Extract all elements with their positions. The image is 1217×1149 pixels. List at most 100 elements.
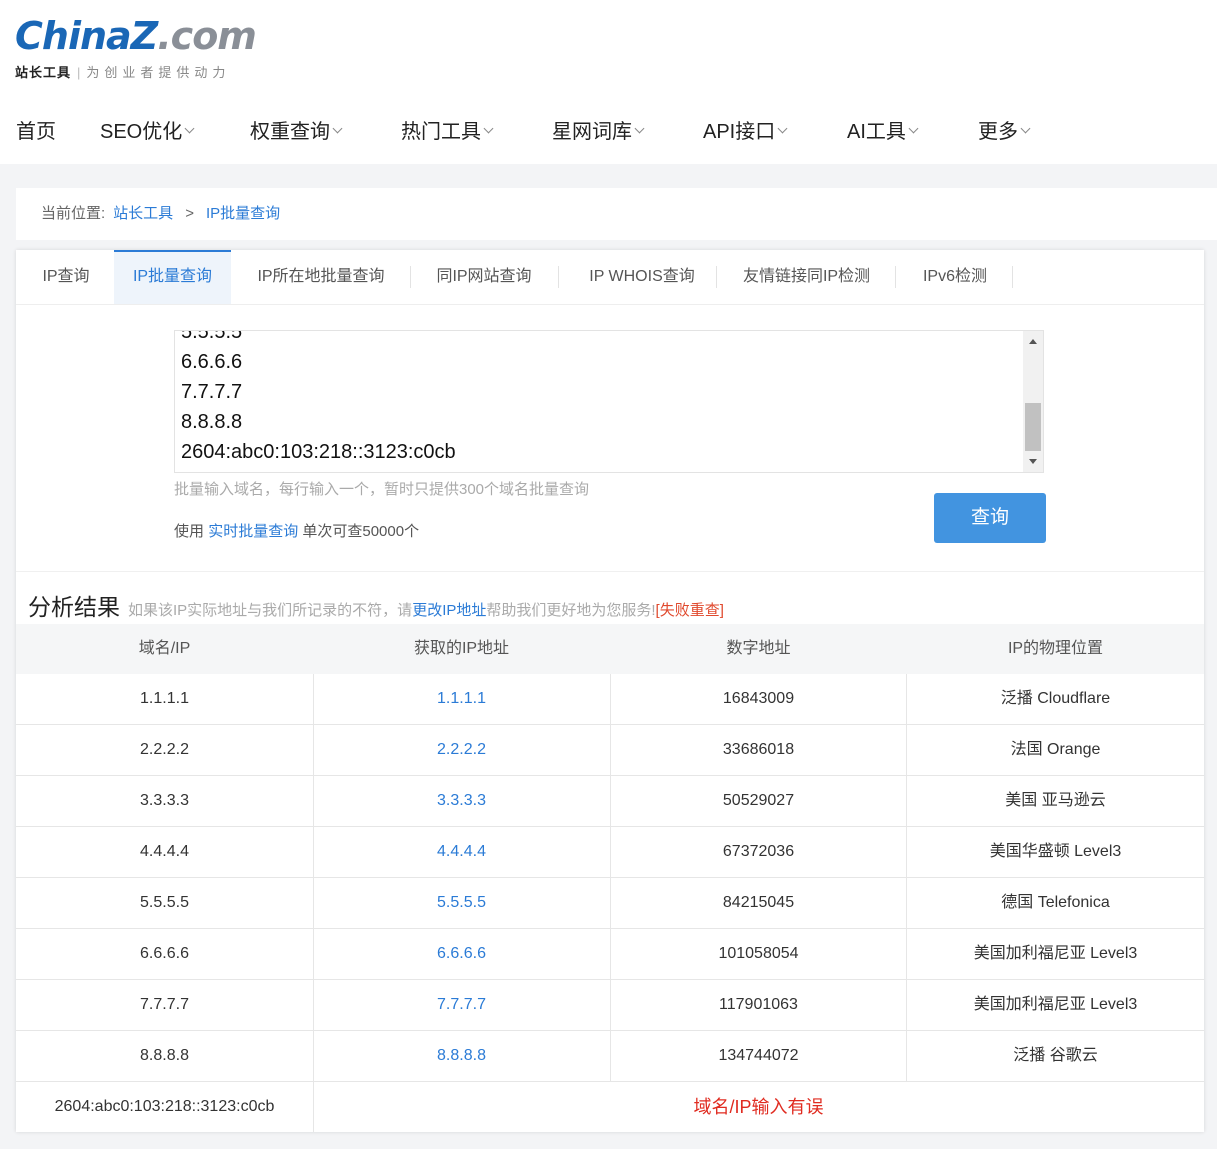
- realtime-batch-link[interactable]: 实时批量查询: [208, 523, 298, 540]
- chevron-down-icon: [777, 123, 788, 134]
- cell-numeric: 101058054: [718, 945, 799, 962]
- cell-domain: 7.7.7.7: [140, 996, 189, 1013]
- table-row-error: 2604:abc0:103:218::3123:c0cb 域名/IP输入有误: [16, 1082, 1204, 1133]
- input-hint: 批量输入域名，每行输入一个，暂时只提供300个域名批量查询: [174, 481, 590, 498]
- column-header-domain: 域名/IP: [138, 640, 191, 657]
- main-nav: 首页 SEO优化 权重查询 热门工具 星网词库 API接口 AI工具 更多: [0, 112, 1217, 152]
- tab-divider: [558, 266, 559, 288]
- cell-ip-link[interactable]: 3.3.3.3: [313, 776, 610, 826]
- cell-domain: 6.6.6.6: [140, 945, 189, 962]
- table-row: 6.6.6.6 6.6.6.6 101058054 美国加利福尼亚 Level3: [16, 929, 1204, 980]
- cell-domain: 4.4.4.4: [140, 843, 189, 860]
- chevron-down-icon: [483, 123, 494, 134]
- chevron-down-icon: [332, 123, 343, 134]
- cell-location: 泛播 谷歌云: [1013, 1047, 1098, 1064]
- cell-domain: 1.1.1.1: [140, 690, 189, 707]
- tab-ipv6-check[interactable]: IPv6检测: [905, 250, 1005, 304]
- textarea-lines: 5.5.5.5 6.6.6.6 7.7.7.7 8.8.8.8 2604:abc…: [181, 330, 456, 463]
- cell-ip-link[interactable]: 5.5.5.5: [313, 878, 610, 928]
- cell-ip-link[interactable]: 8.8.8.8: [313, 1031, 610, 1081]
- tab-ip-batch-query[interactable]: IP批量查询: [114, 250, 231, 304]
- site-header: ChinaZ.com 站长工具 | 为创业者提供动力 首页 SEO优化 权重查询 热…: [0, 0, 1217, 164]
- query-button[interactable]: 查询: [934, 493, 1046, 543]
- cell-ip-link[interactable]: 4.4.4.4: [313, 827, 610, 877]
- table-row: 3.3.3.3 3.3.3.3 50529027 美国 亚马逊云: [16, 776, 1204, 827]
- cell-location: 美国加利福尼亚 Level3: [973, 996, 1138, 1013]
- cell-numeric: 117901063: [719, 996, 798, 1013]
- results-table-header: 域名/IP 获取的IP地址 数字地址 IP的物理位置: [16, 624, 1204, 674]
- table-row: 5.5.5.5 5.5.5.5 84215045 德国 Telefonica: [16, 878, 1204, 929]
- cell-ip-link[interactable]: 6.6.6.6: [313, 929, 610, 979]
- column-header-numeric: 数字地址: [726, 640, 791, 657]
- breadcrumb: 当前位置: 站长工具 > IP批量查询: [41, 205, 281, 222]
- tab-friend-link-same-ip[interactable]: 友情链接同IP检测: [725, 250, 888, 304]
- table-row: 2.2.2.2 2.2.2.2 33686018 法国 Orange: [16, 725, 1204, 776]
- textarea-scrollbar[interactable]: [1023, 331, 1043, 472]
- cell-location: 泛播 Cloudflare: [1000, 690, 1111, 707]
- section-divider: [16, 571, 1204, 572]
- column-header-location: IP的物理位置: [1007, 640, 1104, 657]
- cell-domain: 5.5.5.5: [140, 894, 189, 911]
- cell-ip-link[interactable]: 7.7.7.7: [313, 980, 610, 1030]
- cell-ip-link[interactable]: 2.2.2.2: [313, 725, 610, 775]
- results-title: 分析结果: [28, 594, 120, 620]
- tab-divider: [410, 266, 411, 288]
- cell-location: 美国华盛顿 Level3: [989, 843, 1122, 860]
- cell-domain: 8.8.8.8: [140, 1047, 189, 1064]
- retry-failed-link[interactable]: [失败重查]: [656, 602, 724, 619]
- nav-item-weight[interactable]: 权重查询: [250, 112, 343, 152]
- logo-tagline: 站长工具 | 为创业者提供动力: [15, 65, 231, 80]
- results-note: 如果该IP实际地址与我们所记录的不符，请更改IP地址帮助我们更好地为您服务![失…: [128, 602, 724, 619]
- tab-ip-query[interactable]: IP查询: [26, 250, 106, 304]
- cell-numeric: 16843009: [722, 690, 795, 707]
- breadcrumb-link-webmaster-tools[interactable]: 站长工具: [113, 205, 173, 222]
- nav-item-seo[interactable]: SEO优化: [100, 112, 195, 152]
- breadcrumb-bar: 当前位置: 站长工具 > IP批量查询: [16, 188, 1217, 240]
- cell-numeric: 67372036: [722, 843, 795, 860]
- main-panel: IP查询 IP批量查询 IP所在地批量查询 同IP网站查询 IP WHOIS查询…: [16, 250, 1204, 1132]
- results-heading: 分析结果 如果该IP实际地址与我们所记录的不符，请更改IP地址帮助我们更好地为您服…: [28, 588, 724, 622]
- chevron-down-icon: [184, 123, 195, 134]
- scrollbar-thumb[interactable]: [1025, 403, 1041, 451]
- cell-numeric: 50529027: [722, 792, 795, 809]
- scroll-up-arrow-icon[interactable]: [1029, 339, 1037, 344]
- cell-numeric: 84215045: [722, 894, 795, 911]
- results-table-body: 1.1.1.1 1.1.1.1 16843009 泛播 Cloudflare 2…: [16, 674, 1204, 1133]
- error-message: 域名/IP输入有误: [693, 1097, 824, 1117]
- nav-item-ai-tools[interactable]: AI工具: [847, 112, 919, 152]
- tab-divider: [895, 266, 896, 288]
- cell-numeric: 134744072: [718, 1047, 799, 1064]
- nav-item-home[interactable]: 首页: [16, 112, 56, 152]
- tab-ip-location-batch[interactable]: IP所在地批量查询: [241, 250, 401, 304]
- table-row: 4.4.4.4 4.4.4.4 67372036 美国华盛顿 Level3: [16, 827, 1204, 878]
- domain-input-textarea[interactable]: 5.5.5.5 6.6.6.6 7.7.7.7 8.8.8.8 2604:abc…: [174, 330, 1044, 473]
- cell-ip-link[interactable]: 1.1.1.1: [313, 674, 610, 724]
- breadcrumb-link-ip-batch[interactable]: IP批量查询: [206, 205, 280, 222]
- logo[interactable]: ChinaZ.com 站长工具 | 为创业者提供动力: [15, 12, 275, 84]
- realtime-batch-note: 使用 实时批量查询 单次可查50000个: [174, 523, 420, 540]
- table-row: 1.1.1.1 1.1.1.1 16843009 泛播 Cloudflare: [16, 674, 1204, 725]
- cell-location: 法国 Orange: [1010, 741, 1101, 758]
- nav-item-api[interactable]: API接口: [703, 112, 788, 152]
- chevron-down-icon: [634, 123, 645, 134]
- cell-domain: 3.3.3.3: [140, 792, 189, 809]
- chevron-down-icon: [908, 123, 919, 134]
- nav-item-lexicon[interactable]: 星网词库: [552, 112, 645, 152]
- nav-item-more[interactable]: 更多: [978, 112, 1031, 152]
- chevron-down-icon: [1020, 123, 1031, 134]
- cell-domain: 2.2.2.2: [140, 741, 189, 758]
- change-ip-link[interactable]: 更改IP地址: [412, 602, 486, 619]
- tab-divider: [716, 266, 717, 288]
- tab-divider: [1012, 266, 1013, 288]
- cell-domain: 2604:abc0:103:218::3123:c0cb: [54, 1098, 275, 1115]
- scroll-down-arrow-icon[interactable]: [1029, 459, 1037, 464]
- nav-item-hot-tools[interactable]: 热门工具: [401, 112, 494, 152]
- logo-wordmark: ChinaZ.com: [15, 14, 257, 58]
- cell-location: 美国 亚马逊云: [1005, 792, 1106, 809]
- cell-location: 德国 Telefonica: [1001, 894, 1110, 911]
- table-row: 7.7.7.7 7.7.7.7 117901063 美国加利福尼亚 Level3: [16, 980, 1204, 1031]
- tab-same-ip-sites[interactable]: 同IP网站查询: [419, 250, 549, 304]
- tab-ip-whois[interactable]: IP WHOIS查询: [567, 250, 717, 304]
- cell-location: 美国加利福尼亚 Level3: [973, 945, 1138, 962]
- cell-numeric: 33686018: [722, 741, 795, 758]
